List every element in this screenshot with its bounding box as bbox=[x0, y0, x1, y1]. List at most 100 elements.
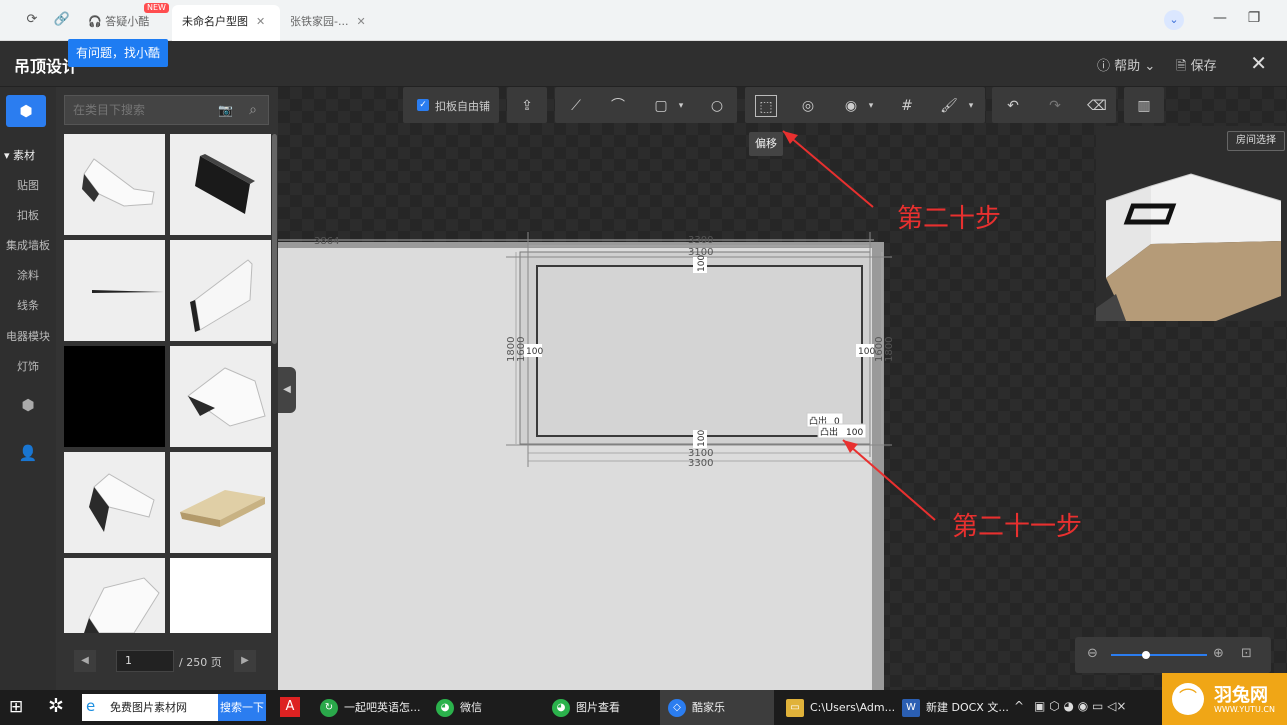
taskbar-item-label: 图片查看 bbox=[576, 701, 620, 714]
material-tile[interactable] bbox=[64, 558, 165, 633]
material-tile[interactable] bbox=[170, 240, 271, 341]
camera-icon[interactable]: 📷 bbox=[218, 103, 233, 117]
eye-icon[interactable]: ◉ bbox=[840, 95, 862, 117]
yutu-watermark: ⌒ 羽兔网 WWW.YUTU.CN bbox=[1162, 673, 1287, 725]
close-icon[interactable]: ✕ bbox=[1250, 51, 1267, 75]
browser-tabbar: ⟳ 🔗 🎧 答疑小酷 NEW 未命名户型图 ✕ 张铁家园-... ✕ ⌄ — ❐ bbox=[0, 0, 1287, 41]
material-tile[interactable] bbox=[170, 452, 271, 553]
rail-item-line[interactable]: 线条 bbox=[0, 297, 56, 313]
arc-icon[interactable]: ⌒ bbox=[607, 95, 629, 117]
prop2-label: 凸出 bbox=[820, 426, 838, 438]
prev-page-button[interactable]: ◀ bbox=[74, 650, 96, 672]
tab-project-label: 张铁家园-... bbox=[290, 15, 349, 28]
line-icon[interactable]: ⟋ bbox=[565, 95, 587, 117]
close-tab-icon[interactable]: ✕ bbox=[356, 15, 365, 28]
minimize-icon[interactable]: — bbox=[1210, 10, 1230, 26]
taskbar-item-kujiale[interactable]: ◇ 酷家乐 bbox=[660, 690, 774, 725]
tab-floorplan[interactable]: 未命名户型图 ✕ bbox=[172, 5, 280, 41]
rail-item-paint[interactable]: 涂料 bbox=[0, 267, 56, 283]
taskbar-item-wechat[interactable]: ◕ 微信 bbox=[430, 690, 540, 725]
room-wall-top bbox=[278, 242, 874, 248]
taskbar-search-button[interactable]: 搜索一下 bbox=[218, 694, 266, 721]
restore-icon[interactable]: ❐ bbox=[1244, 10, 1264, 26]
fit-screen-icon[interactable]: ⊡ bbox=[1241, 646, 1252, 661]
rail-item-panel[interactable]: 扣板 bbox=[0, 207, 56, 223]
taskbar-item-image-viewer[interactable]: ◕ 图片查看 bbox=[546, 690, 656, 725]
offset-icon[interactable]: ⬚ bbox=[755, 95, 777, 117]
circle-icon[interactable]: ○ bbox=[706, 95, 728, 117]
help-button[interactable]: ⓘ 帮助 ⌄ bbox=[1097, 55, 1155, 74]
eraser-icon[interactable]: ⌫ bbox=[1086, 95, 1108, 117]
page-input[interactable]: 1 bbox=[116, 650, 174, 672]
rail-item-electrical[interactable]: 电器模块 bbox=[0, 328, 56, 344]
prop2-value: 100 bbox=[846, 428, 863, 438]
ie-icon: e bbox=[86, 697, 96, 715]
rail-item-lighting[interactable]: 灯饰 bbox=[0, 358, 56, 374]
free-layout-checkbox[interactable]: ✓ bbox=[417, 99, 429, 111]
zoom-slider-handle[interactable] bbox=[1142, 651, 1150, 659]
autocad-icon[interactable]: A bbox=[280, 697, 300, 717]
dim-1800-right: 1800 bbox=[884, 337, 895, 362]
room-3d-render bbox=[1096, 173, 1282, 321]
material-tile[interactable] bbox=[64, 452, 165, 553]
tab-project[interactable]: 张铁家园-... ✕ bbox=[280, 5, 376, 41]
cube-icon[interactable]: ⬢ bbox=[6, 95, 46, 127]
taskbar-item-explorer[interactable]: ▭ C:\Users\Adm... bbox=[780, 690, 895, 725]
room-select-button[interactable]: 房间选择 bbox=[1227, 131, 1285, 151]
search-input[interactable] bbox=[64, 95, 269, 125]
search-icon[interactable]: ⌕ bbox=[242, 99, 264, 121]
zoom-slider[interactable] bbox=[1111, 654, 1207, 656]
brush-icon[interactable]: 🖌 bbox=[938, 95, 960, 117]
offset-tooltip: 偏移 bbox=[749, 132, 783, 156]
dim-100-right: 100 bbox=[858, 347, 875, 357]
hexagon-icon[interactable]: ⬢ bbox=[0, 396, 56, 414]
redo-icon[interactable]: ↷ bbox=[1044, 95, 1066, 117]
chevron-down-icon[interactable]: ▾ bbox=[860, 95, 882, 117]
taskbar-item-english[interactable]: ↻ 一起吧英语怎... bbox=[314, 690, 422, 725]
save-icon: 🗎 bbox=[1176, 59, 1187, 74]
material-tile[interactable] bbox=[170, 346, 271, 447]
rail-item-wallboard[interactable]: 集成墙板 bbox=[0, 237, 56, 253]
help-icon: ⓘ bbox=[1097, 59, 1111, 74]
annotation-step20: 第二十步 bbox=[897, 204, 1002, 234]
image-viewer-icon: ◕ bbox=[552, 699, 570, 717]
rectangle-icon[interactable]: ▢ bbox=[650, 95, 672, 117]
taskbar-search-input[interactable]: 免费图片素材网 bbox=[82, 694, 218, 721]
chevron-down-icon[interactable]: ▾ bbox=[960, 95, 982, 117]
refresh-icon[interactable]: ⟳ bbox=[23, 11, 41, 29]
page-total: / 250 页 bbox=[179, 656, 222, 669]
material-tile[interactable] bbox=[64, 134, 165, 235]
close-tab-icon[interactable]: ✕ bbox=[256, 15, 265, 28]
link-icon[interactable]: 🔗 bbox=[53, 11, 71, 29]
headset-icon: 🎧 bbox=[88, 15, 102, 28]
free-layout-label: 扣板自由铺 bbox=[435, 100, 490, 113]
user-icon[interactable]: 👤 bbox=[0, 444, 56, 462]
taskbar-item-label: 新建 DOCX 文... bbox=[926, 701, 1009, 714]
chevron-down-icon[interactable]: ⌄ bbox=[1164, 10, 1184, 30]
material-tile[interactable] bbox=[170, 134, 271, 235]
3d-preview[interactable] bbox=[1096, 126, 1287, 321]
zoom-out-icon[interactable]: ⊖ bbox=[1087, 646, 1098, 661]
windows-start-icon[interactable]: ⊞ bbox=[9, 697, 23, 717]
upload-icon[interactable]: ⇪ bbox=[516, 95, 538, 117]
map-icon[interactable]: ▥ bbox=[1133, 95, 1155, 117]
zoom-in-icon[interactable]: ⊕ bbox=[1213, 646, 1224, 661]
fit-icon[interactable]: ◎ bbox=[797, 95, 819, 117]
chevron-down-icon[interactable]: ▾ bbox=[670, 95, 692, 117]
pinwheel-icon[interactable]: ✲ bbox=[48, 695, 64, 717]
undo-icon[interactable]: ↶ bbox=[1002, 95, 1024, 117]
save-button[interactable]: 🗎 保存 bbox=[1176, 55, 1217, 79]
material-tile[interactable] bbox=[170, 558, 271, 633]
panel-scrollbar[interactable] bbox=[272, 134, 277, 344]
rail-item-texture[interactable]: 贴图 bbox=[0, 177, 56, 193]
material-tile[interactable] bbox=[64, 346, 165, 447]
save-label: 保存 bbox=[1190, 59, 1217, 74]
grid-icon[interactable]: # bbox=[896, 95, 918, 117]
chevron-up-icon[interactable]: ^ bbox=[1014, 699, 1024, 713]
next-page-button[interactable]: ▶ bbox=[234, 650, 256, 672]
tray-icons[interactable]: ▣ ⬡ ◕ ◉ ▭ ◁× bbox=[1034, 699, 1126, 713]
section-material[interactable]: ▾ 素材 bbox=[4, 147, 35, 163]
taskbar-item-docx[interactable]: W 新建 DOCX 文... bbox=[896, 690, 1009, 725]
collapse-panel-button[interactable]: ◀ bbox=[278, 367, 296, 413]
material-tile[interactable] bbox=[64, 240, 165, 341]
